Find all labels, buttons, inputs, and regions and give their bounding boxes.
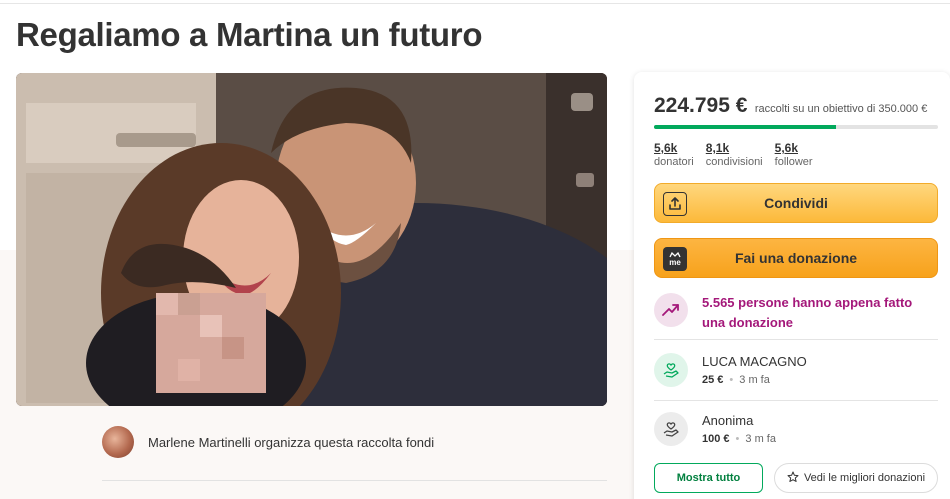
divider	[654, 400, 938, 401]
donor-name: Anonima	[702, 413, 754, 428]
top-donations-label: Vedi le migliori donazioni	[803, 472, 926, 484]
donor-time: 3 m fa	[739, 374, 770, 386]
campaign-stats: 5,6k donatori 8,1k condivisioni 5,6k fol…	[654, 141, 825, 169]
divider	[654, 339, 938, 340]
campaign-photo	[16, 73, 607, 406]
raised-amount: 224.795 €	[654, 94, 748, 117]
stat-value: 5,6k	[774, 141, 798, 155]
organizer-avatar	[102, 426, 134, 458]
divider	[102, 480, 607, 481]
top-bar	[0, 0, 950, 4]
gofundme-logo-icon: me	[663, 247, 687, 271]
organizer-text: Marlene Martinelli organizza questa racc…	[148, 434, 435, 450]
donor-meta: 100 € • 3 m fa	[702, 433, 776, 445]
share-label: Condividi	[764, 195, 828, 211]
stat-value: 5,6k	[654, 141, 678, 155]
hand-heart-icon	[654, 353, 688, 387]
stat-label: donatori	[654, 156, 694, 168]
donor-meta: 25 € • 3 m fa	[702, 374, 770, 386]
star-icon	[787, 471, 799, 486]
stat-value: 8,1k	[705, 141, 730, 155]
page-title: Regaliamo a Martina un futuro	[16, 16, 483, 53]
donor-amount: 25 €	[702, 374, 724, 386]
donor-time: 3 m fa	[745, 433, 776, 445]
stat-shares[interactable]: 8,1k condivisioni	[706, 141, 763, 169]
donor-item: LUCA MACAGNO 25 € • 3 m fa	[654, 353, 938, 389]
organizer-row: Marlene Martinelli organizza questa racc…	[102, 426, 434, 458]
top-donations-button[interactable]: Vedi le migliori donazioni	[774, 463, 938, 493]
progress-fill	[654, 125, 837, 129]
share-icon	[663, 192, 687, 216]
recent-activity-text: 5.565 persone hanno appena fatto una don…	[702, 295, 913, 330]
trending-up-icon	[654, 293, 688, 327]
donor-info: LUCA MACAGNO 25 € • 3 m fa	[702, 353, 807, 389]
donate-label: Fai una donazione	[734, 250, 858, 266]
progress-bar	[654, 125, 938, 129]
show-all-button[interactable]: Mostra tutto	[654, 463, 763, 493]
donor-info: Anonima 100 € • 3 m fa	[702, 412, 776, 448]
hand-heart-icon	[654, 412, 688, 446]
share-button[interactable]: Condividi	[654, 183, 938, 223]
stat-followers[interactable]: 5,6k follower	[775, 141, 813, 169]
donate-icon-text: me	[669, 257, 681, 267]
stat-donors[interactable]: 5,6k donatori	[654, 141, 694, 169]
recent-activity: 5.565 persone hanno appena fatto una don…	[654, 293, 938, 333]
donate-button[interactable]: me Fai una donazione	[654, 238, 938, 278]
donation-card: 224.795 € raccolti su un obiettivo di 35…	[634, 72, 950, 499]
donor-item: Anonima 100 € • 3 m fa	[654, 412, 938, 448]
stat-label: condivisioni	[705, 156, 763, 168]
stat-label: follower	[774, 156, 813, 168]
goal-text: raccolti su un obiettivo di 350.000 €	[754, 103, 928, 115]
amount-row: 224.795 € raccolti su un obiettivo di 35…	[654, 94, 927, 118]
donor-name: LUCA MACAGNO	[702, 354, 807, 369]
donor-amount: 100 €	[702, 433, 730, 445]
